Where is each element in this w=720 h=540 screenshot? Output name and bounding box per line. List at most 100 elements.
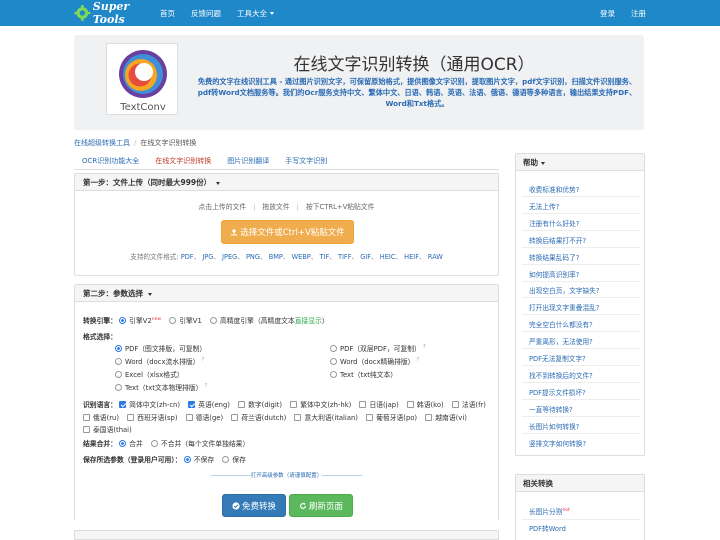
format-word-exact-radio[interactable]	[330, 358, 337, 365]
help-item[interactable]: 收费标准和优势?	[529, 184, 579, 194]
lang-vi[interactable]: 越南语(vi)	[425, 412, 467, 422]
format-pdf-dual[interactable]: PDF（双层PDF，可复制）?	[330, 343, 426, 353]
free-convert-button[interactable]: 免费转换	[222, 494, 286, 517]
merge-yes-radio[interactable]	[119, 440, 127, 447]
lang-zh-hk[interactable]: 繁体中文(zh-hk)	[290, 399, 351, 409]
step1-header[interactable]: 第一步：文件上传（同时最大999份）	[75, 174, 498, 191]
refresh-page-button[interactable]: 刷新页面	[289, 494, 353, 517]
lang-zh-cn[interactable]: 简体中文(zh-cn)	[119, 399, 180, 409]
format-gif[interactable]: GIF	[360, 253, 371, 261]
save-yes-radio[interactable]	[222, 456, 230, 463]
format-pdf-dual-radio[interactable]	[330, 345, 337, 352]
help-item[interactable]: 一直等待转换?	[529, 404, 573, 414]
engine-hq-link[interactable]: 直接显示	[295, 317, 322, 325]
format-heif[interactable]: HEIF	[404, 253, 419, 261]
engine-v1-option[interactable]: 引擎V1	[169, 315, 202, 325]
help-item[interactable]: 长图片如何转换?	[529, 421, 579, 431]
format-jpeg[interactable]: JPEG	[222, 253, 237, 261]
format-text-plain-radio[interactable]	[330, 371, 337, 378]
breadcrumb-parent[interactable]: 在线超级转换工具	[74, 139, 130, 147]
format-word-exact[interactable]: Word（docx精确排版）?	[330, 356, 419, 366]
lang-fr-checkbox[interactable]	[451, 401, 459, 408]
lang-eng[interactable]: 英语(eng)	[188, 399, 230, 409]
save-yes-option[interactable]: 保存	[222, 454, 246, 464]
help-item[interactable]: PDF无法复制文字?	[529, 353, 586, 363]
format-text-layout-radio[interactable]	[115, 384, 122, 391]
format-tif[interactable]: TIF	[319, 253, 329, 261]
related-item-pdf-word[interactable]: PDF转Word	[529, 523, 566, 533]
tab-online-ocr[interactable]: 在线文字识别转换	[147, 151, 219, 169]
nav-home[interactable]: 首页	[160, 8, 175, 19]
format-pdf-image[interactable]: PDF（图文排版，可复制）	[115, 343, 206, 353]
engine-v2-radio[interactable]	[119, 317, 127, 324]
lang-sp-checkbox[interactable]	[127, 414, 135, 421]
lang-zh-cn-checkbox[interactable]	[119, 401, 127, 408]
lang-dutch[interactable]: 荷兰语(dutch)	[231, 412, 286, 422]
lang-jap-checkbox[interactable]	[359, 401, 367, 408]
lang-ko[interactable]: 韩语(ko)	[406, 399, 444, 409]
select-file-button[interactable]: 选择文件或Ctrl+V粘贴文件	[221, 220, 354, 244]
lang-ge-checkbox[interactable]	[185, 414, 193, 421]
help-item[interactable]: 竖排文字如何转换?	[529, 438, 586, 448]
lang-eng-checkbox[interactable]	[188, 401, 196, 408]
lang-vi-checkbox[interactable]	[425, 414, 433, 421]
lang-ge[interactable]: 德语(ge)	[185, 412, 223, 422]
format-text-plain[interactable]: Text（txt纯文本）	[330, 369, 397, 379]
format-heic[interactable]: HEIC	[380, 253, 396, 261]
format-pdf[interactable]: PDF	[181, 253, 194, 261]
help-item[interactable]: 转换后结果打不开?	[529, 235, 586, 245]
lang-zh-hk-checkbox[interactable]	[290, 401, 298, 408]
lang-dutch-checkbox[interactable]	[231, 414, 239, 421]
tab-ocr-all[interactable]: OCR识别功能大全	[74, 151, 147, 169]
save-no-radio[interactable]	[183, 456, 191, 463]
help-item[interactable]: 如何提高识别率?	[529, 269, 579, 279]
format-bmp[interactable]: BMP	[269, 253, 283, 261]
related-item-long-image[interactable]: 长图片分割hot	[529, 506, 570, 516]
lang-fr[interactable]: 法语(fr)	[451, 399, 486, 409]
help-item[interactable]: 打开出现文字重叠混乱?	[529, 302, 599, 312]
format-text-layout[interactable]: Text（txt文本物理排版）?	[115, 382, 207, 392]
format-raw[interactable]: RAW	[428, 253, 443, 261]
lang-sp[interactable]: 西班牙语(sp)	[127, 412, 178, 422]
tab-image-translate[interactable]: 图片识别翻译	[219, 151, 277, 169]
lang-thai[interactable]: 泰国语(thai)	[83, 424, 132, 434]
help-header[interactable]: 帮助	[516, 154, 644, 171]
help-item[interactable]: 严重离形，无法使用?	[529, 336, 593, 346]
lang-thai-checkbox[interactable]	[83, 426, 90, 433]
nav-register[interactable]: 注册	[631, 8, 646, 19]
format-excel-radio[interactable]	[115, 371, 122, 378]
site-logo[interactable]: Super Tools	[74, 0, 160, 26]
help-question-icon[interactable]: ?	[204, 383, 207, 389]
save-no-option[interactable]: 不保存	[183, 454, 214, 464]
help-question-icon[interactable]: ?	[423, 344, 426, 350]
lang-po-checkbox[interactable]	[366, 414, 374, 421]
format-excel[interactable]: Excel（xlsx格式）	[115, 369, 184, 379]
merge-no-radio[interactable]	[150, 440, 158, 447]
format-png[interactable]: PNG	[246, 253, 260, 261]
lang-ko-checkbox[interactable]	[406, 401, 414, 408]
nav-tools-dropdown[interactable]: 工具大全	[237, 8, 274, 19]
merge-no-option[interactable]: 不合并（每个文件单独结果）	[150, 438, 249, 448]
lang-jap[interactable]: 日语(jap)	[359, 399, 399, 409]
format-webp[interactable]: WEBP	[292, 253, 311, 261]
lang-italian-checkbox[interactable]	[294, 414, 302, 421]
format-jpg[interactable]: JPG	[202, 253, 213, 261]
help-question-icon[interactable]: ?	[416, 357, 419, 363]
advanced-params-toggle[interactable]: --------------------打开高级参数（请谨慎配置）-------…	[75, 471, 498, 479]
help-item[interactable]: 转换结果乱码了?	[529, 252, 579, 262]
engine-v2-option[interactable]: 引擎V2new	[119, 315, 161, 325]
step2-header[interactable]: 第二步：参数选择	[75, 285, 498, 302]
lang-digit-checkbox[interactable]	[238, 401, 246, 408]
format-word-flow-radio[interactable]	[115, 358, 122, 365]
help-item[interactable]: 完全空白什么都没有?	[529, 319, 593, 329]
tab-handwriting[interactable]: 手写文字识别	[277, 151, 335, 169]
nav-login[interactable]: 登录	[600, 8, 615, 19]
lang-po[interactable]: 葡萄牙语(po)	[366, 412, 417, 422]
engine-v1-radio[interactable]	[169, 317, 177, 324]
help-item[interactable]: PDF提示文件损坏?	[529, 387, 586, 397]
help-item[interactable]: 出现空白页，文字缺失?	[529, 285, 599, 295]
merge-yes-option[interactable]: 合并	[119, 438, 143, 448]
lang-italian[interactable]: 意大利语(italian)	[294, 412, 358, 422]
lang-ru-checkbox[interactable]	[83, 414, 90, 421]
help-question-icon[interactable]: ?	[201, 357, 204, 363]
